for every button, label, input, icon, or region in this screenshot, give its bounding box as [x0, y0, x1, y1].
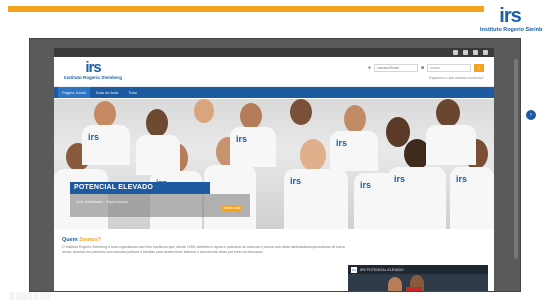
hero-title-banner: POTENCIAL ELEVADO	[70, 182, 210, 194]
site-header: irs Instituto Rogerio Steinberg ● ■ › Es…	[54, 57, 494, 87]
student-face	[146, 109, 168, 137]
page-scrollbar[interactable]	[514, 59, 518, 259]
about-title-word1: Quem	[62, 237, 78, 243]
hero-banner-photo: irs irs irs irs irs irs irs irs POTENCIA…	[54, 99, 494, 229]
social-strip	[54, 48, 494, 57]
video-channel-logo: irs	[351, 266, 357, 273]
student-face	[290, 99, 312, 125]
site-logo-letters: irs	[85, 59, 101, 76]
username-input[interactable]	[373, 64, 418, 72]
about-text: O Instituto Rogerio Steinberg e uma orga…	[62, 245, 345, 254]
corner-logo-letters: irs	[499, 5, 521, 27]
about-title-word2: Somos?	[79, 237, 101, 243]
lock-icon: ■	[420, 65, 424, 71]
student-shirt	[136, 135, 180, 175]
user-icon: ●	[367, 65, 371, 71]
student-face	[194, 99, 214, 123]
student-face	[436, 99, 460, 127]
embedded-video[interactable]: irs IRS POTENCIAL ELEVADO	[348, 265, 488, 291]
website-screenshot-frame: irs Instituto Rogerio Steinberg ● ■ › Es…	[29, 38, 521, 292]
hero-subtitle-panel: Altas Habilidades - Superdotacao Saiba m…	[70, 194, 250, 217]
video-title[interactable]: IRS POTENCIAL ELEVADO	[360, 268, 404, 272]
side-navigation-button[interactable]: ›	[526, 110, 536, 120]
hero-more-button[interactable]: Saiba mais	[222, 205, 242, 212]
slide-footer-text: ▒▒▒▒▒▒▒	[10, 293, 52, 300]
about-title: Quem Somos?	[62, 237, 101, 243]
presentation-slide: irs Instituto Rogerio Steinb irs Institu…	[0, 0, 546, 304]
facebook-icon[interactable]	[453, 50, 458, 55]
password-input[interactable]	[427, 64, 471, 72]
instagram-icon[interactable]	[463, 50, 468, 55]
student-shirt: irs	[450, 167, 494, 229]
video-thumbnail-accent	[406, 287, 422, 291]
student-shirt	[426, 125, 476, 165]
student-face	[94, 101, 116, 127]
nav-tab-total[interactable]: Total	[124, 87, 140, 98]
student-shirt: irs	[230, 127, 276, 167]
student-shirt: irs	[330, 131, 378, 171]
slide-corner-logo: irs Instituto Rogerio Steinb	[480, 5, 543, 40]
student-face	[300, 139, 326, 171]
slide-accent-bar	[8, 6, 484, 12]
nav-tab-home[interactable]: Pagina Inicial	[58, 87, 90, 98]
hero-subtitle: Altas Habilidades - Superdotacao	[76, 200, 128, 204]
video-title-bar: irs IRS POTENCIAL ELEVADO	[348, 265, 488, 274]
main-nav: Pagina Inicial Sala de Aula Total	[54, 87, 494, 98]
login-button[interactable]: ›	[474, 64, 484, 72]
site-logo[interactable]: irs Instituto Rogerio Steinberg	[64, 60, 122, 81]
about-section: Quem Somos? O Instituto Rogerio Steinber…	[54, 229, 494, 291]
nav-tab-classroom[interactable]: Sala de Aula	[92, 87, 122, 98]
student-shirt: irs	[284, 169, 348, 229]
student-shirt: irs	[388, 167, 446, 229]
forgot-password-link[interactable]: Esqueceu o seu usuario ou senha?	[429, 76, 484, 80]
login-form: ● ■ ›	[368, 64, 484, 72]
student-face	[344, 105, 366, 133]
corner-logo-name: Instituto Rogerio Steinb	[480, 27, 543, 33]
video-person	[388, 277, 402, 291]
twitter-icon[interactable]	[483, 50, 488, 55]
student-face	[240, 103, 262, 129]
youtube-icon[interactable]	[473, 50, 478, 55]
site-logo-name: Instituto Rogerio Steinberg	[64, 75, 122, 80]
website-page: irs Instituto Rogerio Steinberg ● ■ › Es…	[54, 48, 494, 291]
student-face	[386, 117, 410, 147]
student-shirt: irs	[82, 125, 130, 165]
